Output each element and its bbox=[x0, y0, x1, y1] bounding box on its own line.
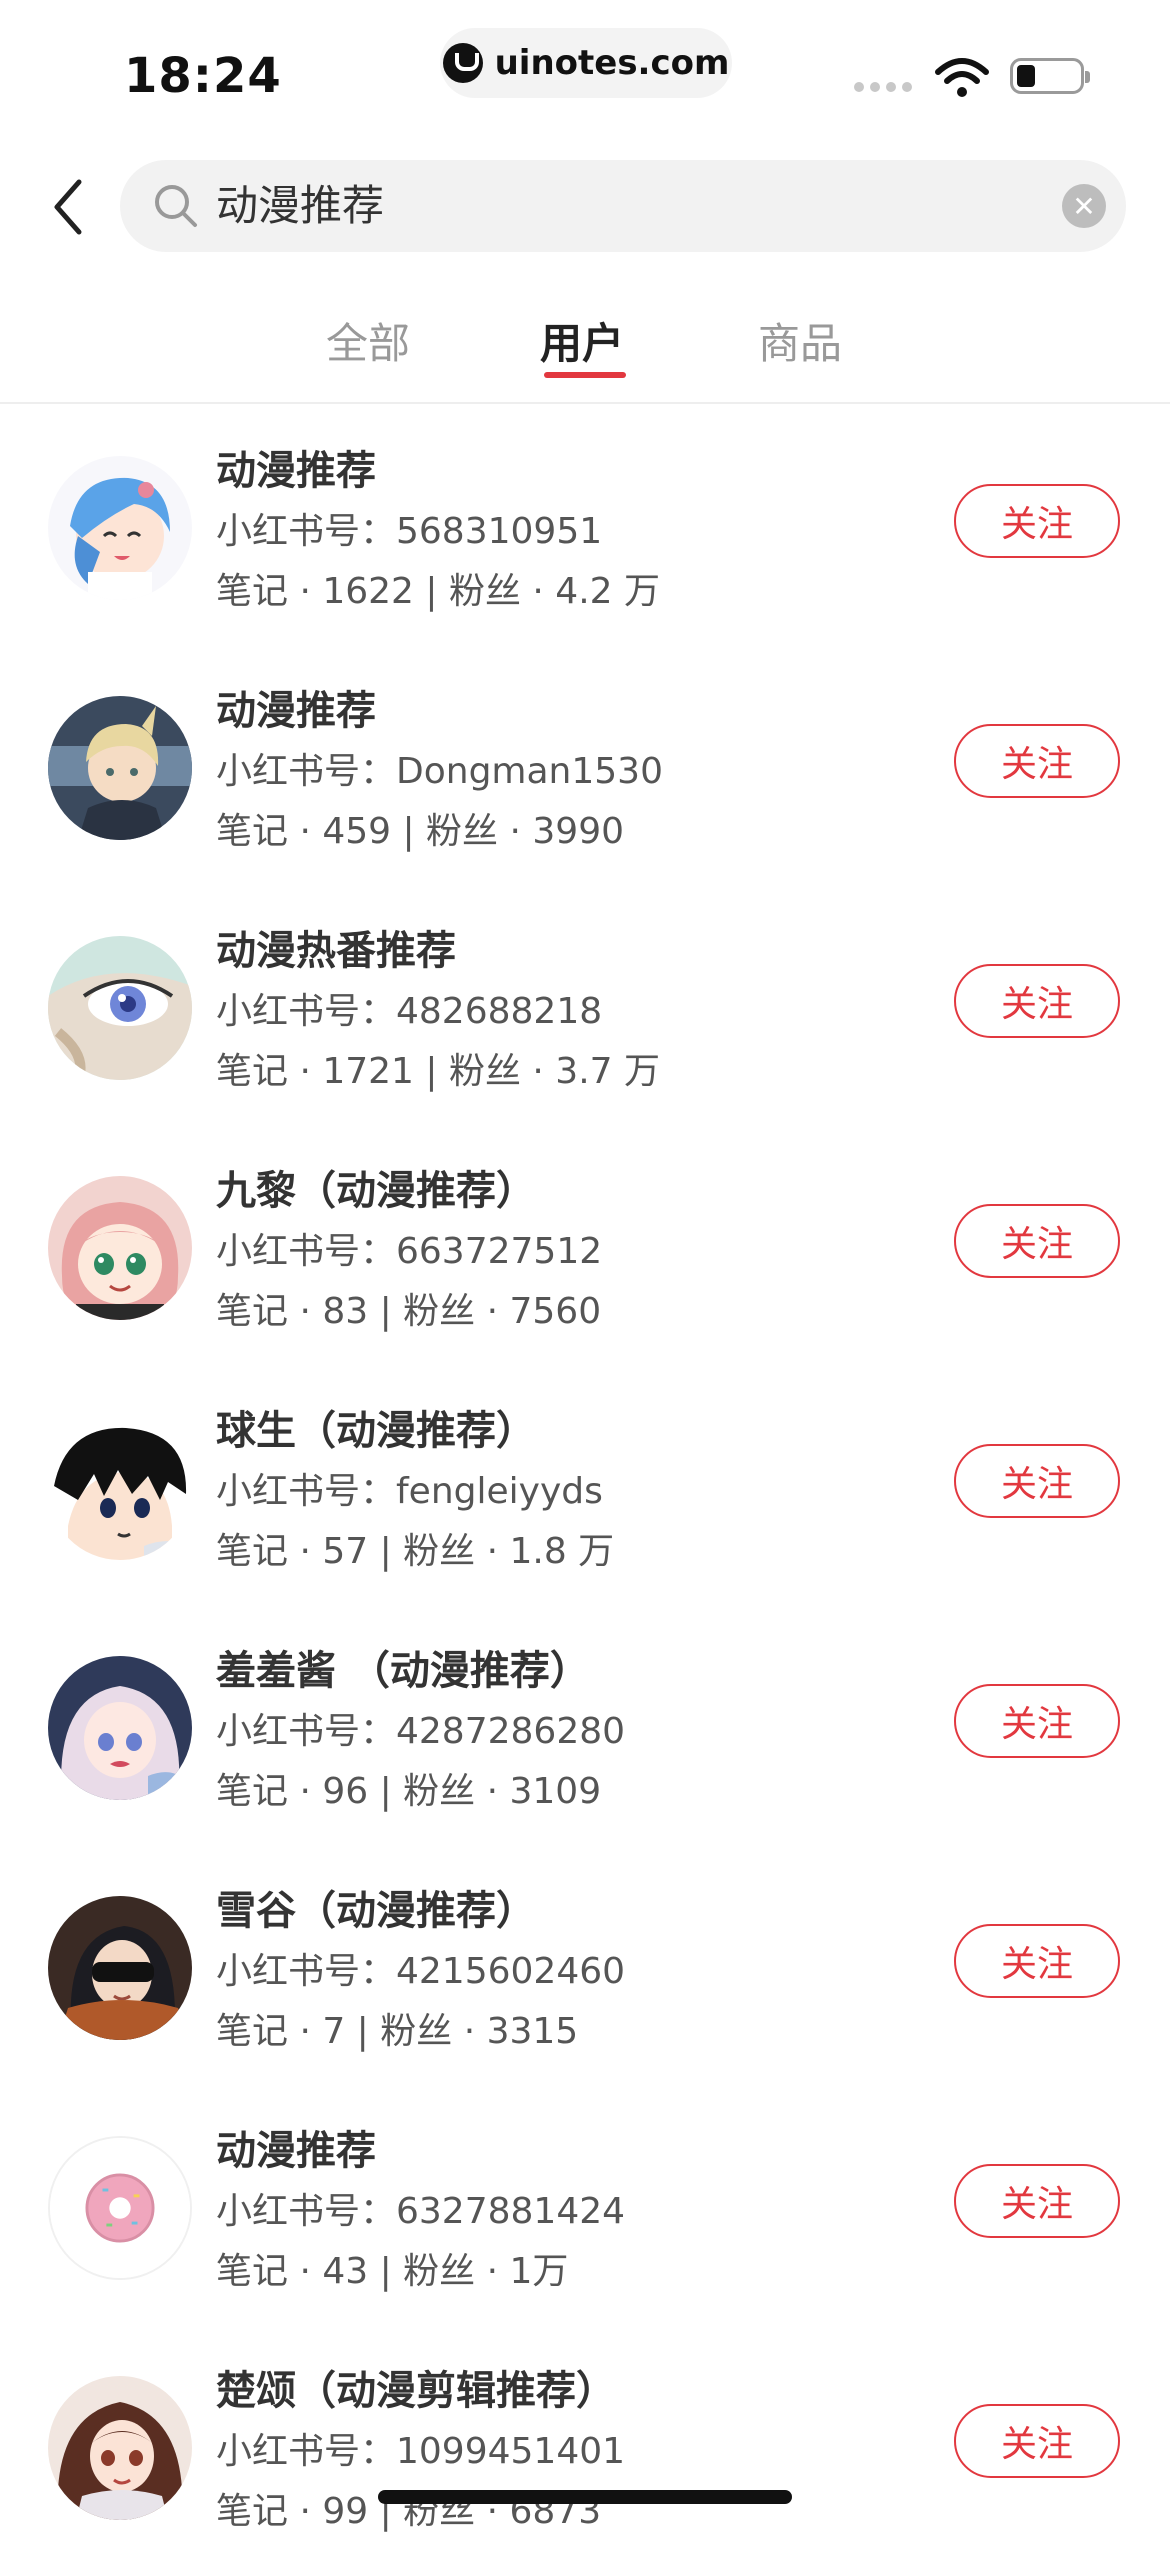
battery-icon bbox=[1010, 58, 1090, 94]
user-id: 小红书号：568310951 bbox=[216, 511, 603, 552]
user-row[interactable]: 动漫热番推荐 小红书号：482688218 笔记 · 1721 | 粉丝 · 3… bbox=[0, 890, 1170, 1130]
avatar[interactable] bbox=[48, 1176, 192, 1320]
blue-hair-anime-girl-avatar bbox=[48, 456, 192, 600]
user-stats: 笔记 · 96 | 粉丝 · 3109 bbox=[216, 1771, 602, 1812]
search-input[interactable]: 动漫推荐 bbox=[216, 180, 384, 232]
tab-products[interactable]: 商品 bbox=[758, 310, 842, 371]
user-name[interactable]: 雪谷（动漫推荐） bbox=[216, 1878, 536, 1936]
follow-button[interactable]: 关注 bbox=[954, 964, 1120, 1038]
user-id: 小红书号：6327881424 bbox=[216, 2191, 626, 2232]
url-pill: uinotes.com bbox=[440, 28, 732, 98]
user-name[interactable]: 羞羞酱 （动漫推荐） bbox=[216, 1638, 590, 1696]
user-row[interactable]: 动漫推荐 小红书号：6327881424 笔记 · 43 | 粉丝 · 1万 关… bbox=[0, 2090, 1170, 2330]
site-logo-icon bbox=[442, 43, 483, 83]
user-name[interactable]: 动漫推荐 bbox=[216, 438, 376, 496]
user-row[interactable]: 动漫推荐 小红书号：568310951 笔记 · 1622 | 粉丝 · 4.2… bbox=[0, 410, 1170, 650]
clear-search-button[interactable]: ✕ bbox=[1062, 184, 1106, 228]
user-id: 小红书号：482688218 bbox=[216, 991, 603, 1032]
sunglasses-anime-avatar bbox=[48, 1896, 192, 2040]
user-id: 小红书号：fengleiyyds bbox=[216, 1471, 603, 1512]
tab-users[interactable]: 用户 bbox=[540, 310, 624, 371]
follow-button[interactable]: 关注 bbox=[954, 484, 1120, 558]
user-list: 动漫推荐 小红书号：568310951 笔记 · 1622 | 粉丝 · 4.2… bbox=[0, 410, 1170, 2570]
user-id: 小红书号：Dongman1530 bbox=[216, 751, 663, 792]
user-name[interactable]: 动漫推荐 bbox=[216, 678, 376, 736]
active-tab-indicator bbox=[544, 372, 626, 378]
user-row[interactable]: 雪谷（动漫推荐） 小红书号：4215602460 笔记 · 7 | 粉丝 · 3… bbox=[0, 1850, 1170, 2090]
user-stats: 笔记 · 83 | 粉丝 · 7560 bbox=[216, 1291, 602, 1332]
close-icon: ✕ bbox=[1072, 189, 1096, 223]
user-name[interactable]: 楚颂（动漫剪辑推荐） bbox=[216, 2358, 616, 2416]
blonde-anime-boy-avatar bbox=[48, 696, 192, 840]
avatar[interactable] bbox=[48, 1416, 192, 1560]
follow-button[interactable]: 关注 bbox=[954, 2404, 1120, 2478]
user-stats: 笔记 · 57 | 粉丝 · 1.8 万 bbox=[216, 1531, 615, 1572]
user-row[interactable]: 羞羞酱 （动漫推荐） 小红书号：4287286280 笔记 · 96 | 粉丝 … bbox=[0, 1610, 1170, 1850]
brown-hair-anime-girl-avatar bbox=[48, 2376, 192, 2520]
user-row[interactable]: 球生（动漫推荐） 小红书号：fengleiyyds 笔记 · 57 | 粉丝 ·… bbox=[0, 1370, 1170, 1610]
wifi-icon bbox=[935, 58, 989, 97]
search-icon bbox=[155, 185, 197, 227]
follow-button[interactable]: 关注 bbox=[954, 1924, 1120, 1998]
user-stats: 笔记 · 43 | 粉丝 · 1万 bbox=[216, 2251, 569, 2292]
home-indicator bbox=[378, 2490, 792, 2504]
user-name[interactable]: 球生（动漫推荐） bbox=[216, 1398, 536, 1456]
user-stats: 笔记 · 1721 | 粉丝 · 3.7 万 bbox=[216, 1051, 660, 1092]
pink-hair-anime-girl-avatar bbox=[48, 1176, 192, 1320]
donut-avatar bbox=[50, 2138, 190, 2278]
anime-eye-closeup-avatar bbox=[48, 936, 192, 1080]
tab-bar: 全部 用户 商品 bbox=[0, 300, 1170, 404]
user-id: 小红书号：4287286280 bbox=[216, 1711, 626, 1752]
back-button[interactable] bbox=[38, 172, 98, 242]
user-stats: 笔记 · 459 | 粉丝 · 3990 bbox=[216, 811, 625, 852]
status-time: 18:24 bbox=[124, 48, 282, 104]
search-bar[interactable]: 动漫推荐 ✕ bbox=[120, 160, 1126, 252]
pastel-anime-girl-avatar bbox=[48, 1656, 192, 1800]
user-stats: 笔记 · 1622 | 粉丝 · 4.2 万 bbox=[216, 571, 660, 612]
avatar[interactable] bbox=[48, 696, 192, 840]
cellular-signal-icon bbox=[854, 82, 912, 92]
user-id: 小红书号：4215602460 bbox=[216, 1951, 626, 1992]
user-row[interactable]: 九黎（动漫推荐） 小红书号：663727512 笔记 · 83 | 粉丝 · 7… bbox=[0, 1130, 1170, 1370]
chevron-left-icon bbox=[54, 179, 82, 235]
user-stats: 笔记 · 7 | 粉丝 · 3315 bbox=[216, 2011, 579, 2052]
user-name[interactable]: 九黎（动漫推荐） bbox=[216, 1158, 536, 1216]
avatar[interactable] bbox=[48, 1656, 192, 1800]
user-name[interactable]: 动漫热番推荐 bbox=[216, 918, 456, 976]
user-row[interactable]: 动漫推荐 小红书号：Dongman1530 笔记 · 459 | 粉丝 · 39… bbox=[0, 650, 1170, 890]
avatar[interactable] bbox=[48, 936, 192, 1080]
follow-button[interactable]: 关注 bbox=[954, 724, 1120, 798]
user-name[interactable]: 动漫推荐 bbox=[216, 2118, 376, 2176]
avatar[interactable] bbox=[48, 456, 192, 600]
tab-all[interactable]: 全部 bbox=[326, 310, 410, 371]
user-id: 小红书号：1099451401 bbox=[216, 2431, 626, 2472]
avatar[interactable] bbox=[48, 2136, 192, 2280]
follow-button[interactable]: 关注 bbox=[954, 1204, 1120, 1278]
follow-button[interactable]: 关注 bbox=[954, 2164, 1120, 2238]
follow-button[interactable]: 关注 bbox=[954, 1684, 1120, 1758]
user-id: 小红书号：663727512 bbox=[216, 1231, 603, 1272]
follow-button[interactable]: 关注 bbox=[954, 1444, 1120, 1518]
user-row[interactable]: 楚颂（动漫剪辑推荐） 小红书号：1099451401 笔记 · 99 | 粉丝 … bbox=[0, 2330, 1170, 2570]
black-hair-anime-boy-avatar bbox=[48, 1416, 192, 1560]
url-text: uinotes.com bbox=[494, 43, 730, 83]
status-bar: 18:24 uinotes.com bbox=[0, 0, 1170, 140]
avatar[interactable] bbox=[48, 1896, 192, 2040]
avatar[interactable] bbox=[48, 2376, 192, 2520]
